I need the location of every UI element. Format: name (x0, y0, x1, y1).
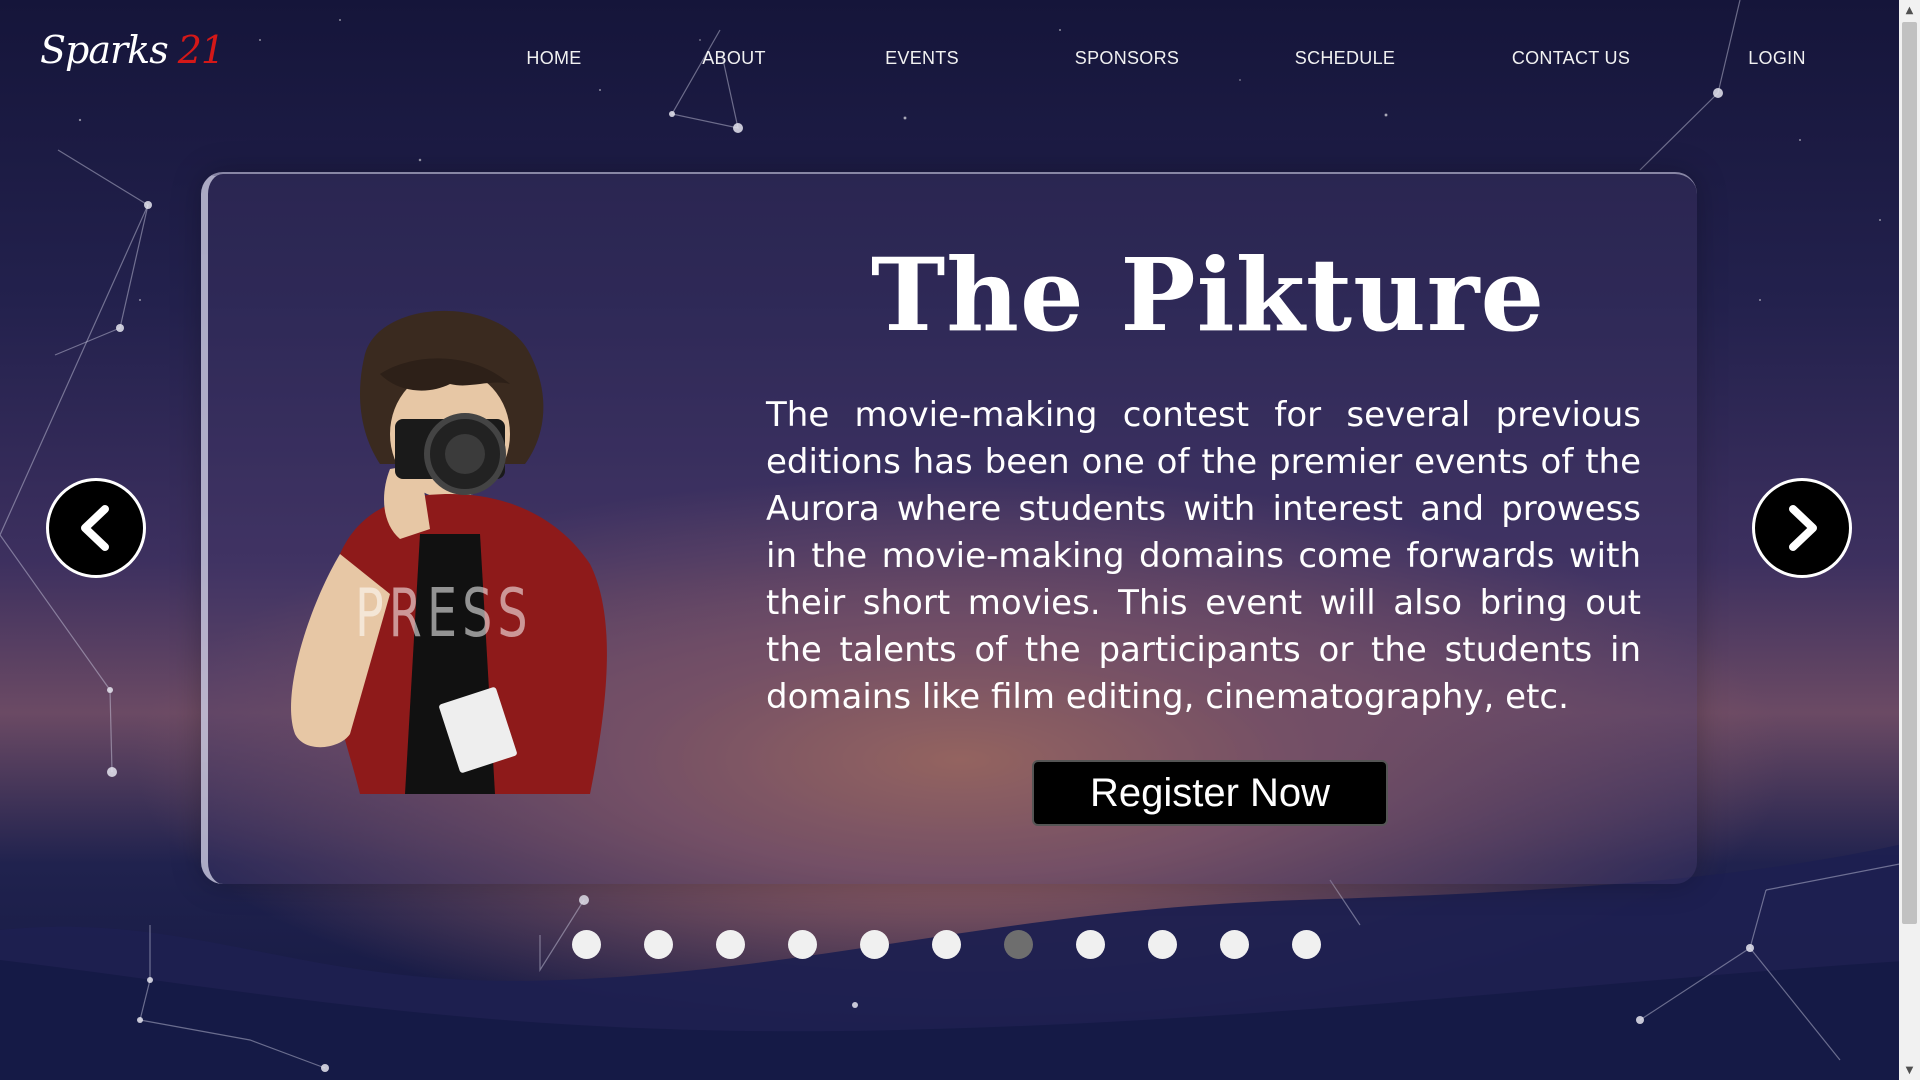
carousel-dot-4[interactable] (788, 930, 817, 959)
carousel-dot-9[interactable] (1148, 930, 1177, 959)
carousel-dot-3[interactable] (716, 930, 745, 959)
carousel-dot-2[interactable] (644, 930, 673, 959)
chevron-right-icon (1789, 505, 1817, 551)
carousel-dot-11[interactable] (1292, 930, 1321, 959)
nav-sponsors[interactable]: SPONSORS (1075, 48, 1179, 69)
nav-contact-us[interactable]: CONTACT US (1512, 48, 1630, 69)
photographer-illustration: PRESS (291, 310, 607, 794)
carousel-dot-8[interactable] (1076, 930, 1105, 959)
scroll-down-icon[interactable]: ▼ (1899, 1060, 1920, 1080)
chevron-left-icon (81, 505, 109, 551)
nav-schedule[interactable]: SCHEDULE (1295, 48, 1395, 69)
carousel-dot-7[interactable] (1004, 930, 1033, 959)
event-description: The movie-making contest for several pre… (766, 395, 1641, 717)
register-now-button[interactable]: Register Now (1032, 760, 1388, 826)
event-title: The Pikture (870, 236, 1546, 354)
nav-events[interactable]: EVENTS (885, 48, 959, 69)
prev-slide-button[interactable] (46, 478, 146, 578)
carousel-dot-6[interactable] (932, 930, 961, 959)
nav-about[interactable]: ABOUT (702, 48, 766, 69)
carousel-dot-1[interactable] (572, 930, 601, 959)
main-nav: HOME ABOUT EVENTS SPONSORS SCHEDULE CONT… (0, 48, 1900, 78)
page-scrollbar[interactable]: ▲ ▼ (1899, 0, 1920, 1080)
carousel-dot-10[interactable] (1220, 930, 1249, 959)
nav-login[interactable]: LOGIN (1748, 48, 1806, 69)
event-slide-card: PRESS The Pikture The movie-making conte… (201, 172, 1697, 884)
scroll-up-icon[interactable]: ▲ (1899, 0, 1920, 20)
nav-home[interactable]: HOME (526, 48, 581, 69)
illustration-press-text: PRESS (355, 574, 533, 652)
carousel-dot-5[interactable] (860, 930, 889, 959)
scroll-thumb[interactable] (1902, 22, 1917, 924)
next-slide-button[interactable] (1752, 478, 1852, 578)
